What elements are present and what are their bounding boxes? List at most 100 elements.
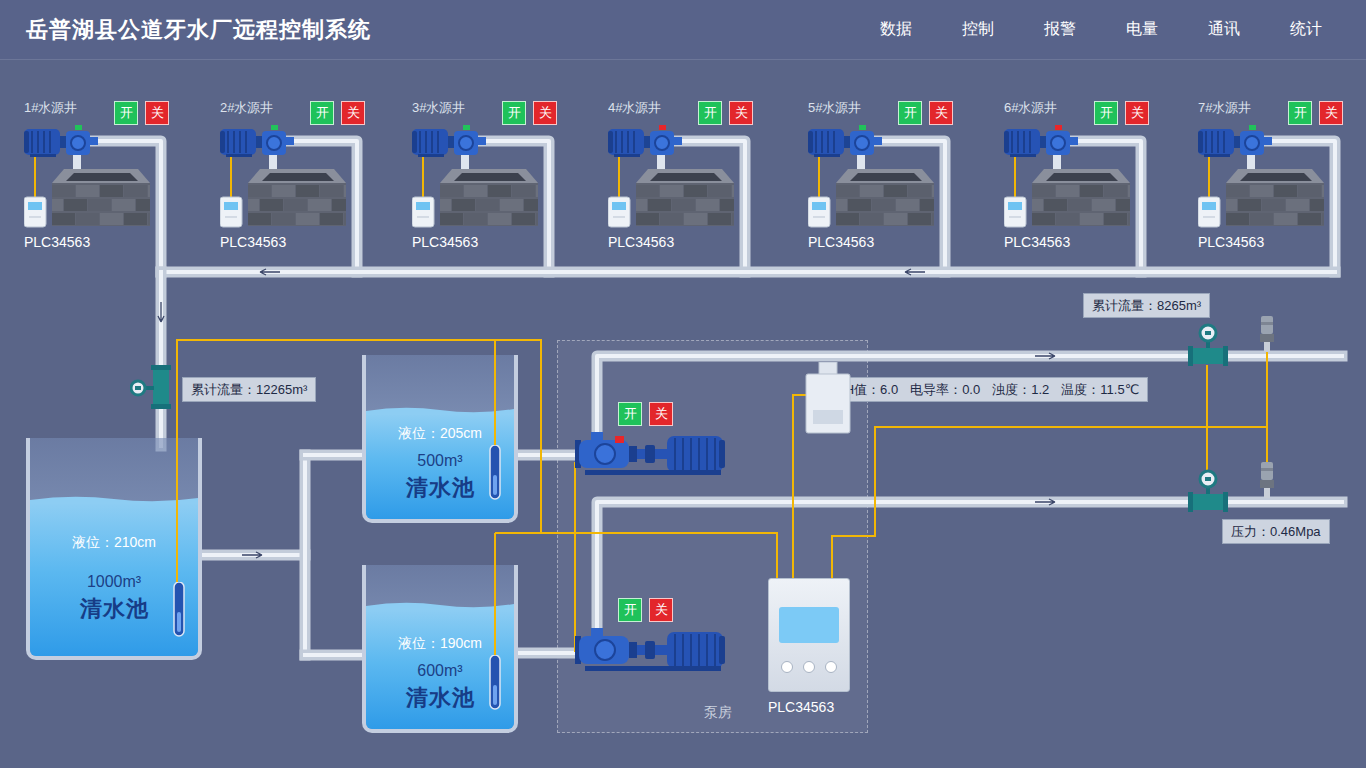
wave-icon xyxy=(366,600,514,610)
scada-page: 岳普湖县公道牙水厂远程控制系统数据控制报警电量通讯统计泵房液位：210cm100… xyxy=(0,0,1366,768)
flow-arrow-icon xyxy=(158,302,164,322)
well-name: 7#水源井 xyxy=(1198,101,1288,115)
supply-pump: 开关 xyxy=(575,598,727,674)
start-button[interactable]: 开 xyxy=(698,101,722,125)
pump-icon xyxy=(575,432,727,478)
plc-device-icon xyxy=(1198,197,1220,227)
well-figure xyxy=(808,125,953,235)
stop-button[interactable]: 关 xyxy=(729,101,753,125)
signal-wire xyxy=(494,340,496,447)
level-probe-icon xyxy=(488,655,502,711)
plc-device-icon xyxy=(608,197,630,227)
plc-label: PLC34563 xyxy=(24,235,169,249)
stop-button[interactable]: 关 xyxy=(1319,101,1343,125)
flow-arrow-icon xyxy=(260,269,280,275)
water-tank: 液位：205cm 500m³ 清水池 xyxy=(362,355,518,523)
start-button[interactable]: 开 xyxy=(1094,101,1118,125)
inlet-flow-meter xyxy=(130,364,176,410)
well-figure xyxy=(220,125,365,235)
tank-level: 液位：205cm xyxy=(398,425,482,442)
plc-dot xyxy=(781,661,793,673)
nav-item[interactable]: 报警 xyxy=(1044,19,1076,40)
nav-item[interactable]: 控制 xyxy=(962,19,994,40)
source-well: 7#水源井开关 PLC34563 xyxy=(1198,101,1343,249)
well-controls: 开关 xyxy=(1094,101,1149,125)
flow-arrow-icon xyxy=(905,269,925,275)
water-quality-label: PH值：6.0电导率：0.0浊度：1.2温度：11.5℃ xyxy=(827,377,1148,402)
plc-cabinet: PLC34563 xyxy=(768,578,850,714)
tank-capacity: 500m³ xyxy=(417,451,462,470)
flow-arrow-icon xyxy=(1035,499,1055,505)
plc-cabinet-icon xyxy=(768,578,850,692)
plc-device-icon xyxy=(808,197,830,227)
water-pipe xyxy=(597,502,1342,632)
well-basin-icon xyxy=(1032,169,1130,226)
signal-wire xyxy=(177,340,541,582)
tank-name: 清水池 xyxy=(80,596,149,622)
water-pipe xyxy=(305,655,362,656)
well-figure xyxy=(1198,125,1343,235)
well-pump-icon xyxy=(220,129,294,157)
stop-button[interactable]: 关 xyxy=(1125,101,1149,125)
status-indicator xyxy=(1249,125,1256,130)
start-button[interactable]: 开 xyxy=(502,101,526,125)
nav-item[interactable]: 电量 xyxy=(1126,19,1158,40)
tank-level: 液位：210cm xyxy=(72,534,156,551)
well-name: 4#水源井 xyxy=(608,101,698,115)
well-basin-icon xyxy=(248,169,346,226)
water-pipe xyxy=(161,272,1335,273)
plc-device-icon xyxy=(1004,197,1026,227)
well-name: 1#水源井 xyxy=(24,101,114,115)
status-indicator xyxy=(271,125,278,130)
well-controls: 开关 xyxy=(502,101,557,125)
plc-dot xyxy=(803,661,815,673)
start-button[interactable]: 开 xyxy=(1288,101,1312,125)
start-button[interactable]: 开 xyxy=(618,598,642,622)
stop-button[interactable]: 关 xyxy=(145,101,169,125)
tank-name: 清水池 xyxy=(406,475,475,501)
outlet-flow-meter xyxy=(1185,322,1231,368)
pump-controls: 开关 xyxy=(575,402,727,426)
stop-button[interactable]: 关 xyxy=(649,598,673,622)
well-pump-icon xyxy=(1198,129,1272,157)
plc-label: PLC34563 xyxy=(768,700,834,714)
process-canvas: 泵房液位：210cm1000m³清水池液位：205cm500m³清水池液位：19… xyxy=(0,60,1366,768)
status-indicator xyxy=(615,436,624,443)
plc-label: PLC34563 xyxy=(1198,235,1343,249)
signal-wire xyxy=(832,427,1267,580)
flow-meter-icon xyxy=(130,364,176,410)
stop-button[interactable]: 关 xyxy=(341,101,365,125)
stop-button[interactable]: 关 xyxy=(649,402,673,426)
plc-device-icon xyxy=(24,197,46,227)
signal-wire xyxy=(422,157,424,197)
nav-item[interactable]: 数据 xyxy=(880,19,912,40)
pump-controls: 开关 xyxy=(575,598,727,622)
signal-wire xyxy=(1206,365,1208,482)
tank-name: 清水池 xyxy=(406,685,475,711)
signal-wire xyxy=(793,395,806,580)
plc-label: PLC34563 xyxy=(412,235,557,249)
stop-button[interactable]: 关 xyxy=(929,101,953,125)
stop-button[interactable]: 关 xyxy=(533,101,557,125)
well-basin-icon xyxy=(836,169,934,226)
source-well: 1#水源井开关 PLC34563 xyxy=(24,101,169,249)
nav-item[interactable]: 统计 xyxy=(1290,19,1322,40)
start-button[interactable]: 开 xyxy=(618,402,642,426)
start-button[interactable]: 开 xyxy=(310,101,334,125)
nav-item[interactable]: 通讯 xyxy=(1208,19,1240,40)
app-title: 岳普湖县公道牙水厂远程控制系统 xyxy=(26,15,371,45)
level-probe-icon xyxy=(488,445,502,501)
flow-arrow-icon xyxy=(1035,353,1055,359)
water-quality-item: 浊度：1.2 xyxy=(992,381,1049,398)
well-name: 6#水源井 xyxy=(1004,101,1094,115)
plc-label: PLC34563 xyxy=(220,235,365,249)
source-well: 4#水源井开关PLC34563 xyxy=(608,101,753,249)
signal-wire xyxy=(34,157,36,197)
start-button[interactable]: 开 xyxy=(898,101,922,125)
source-well: 6#水源井开关PLC34563 xyxy=(1004,101,1149,249)
well-controls: 开关 xyxy=(310,101,365,125)
signal-wire xyxy=(618,157,620,197)
well-pump-icon xyxy=(412,129,486,157)
start-button[interactable]: 开 xyxy=(114,101,138,125)
tank-capacity: 1000m³ xyxy=(87,572,141,591)
